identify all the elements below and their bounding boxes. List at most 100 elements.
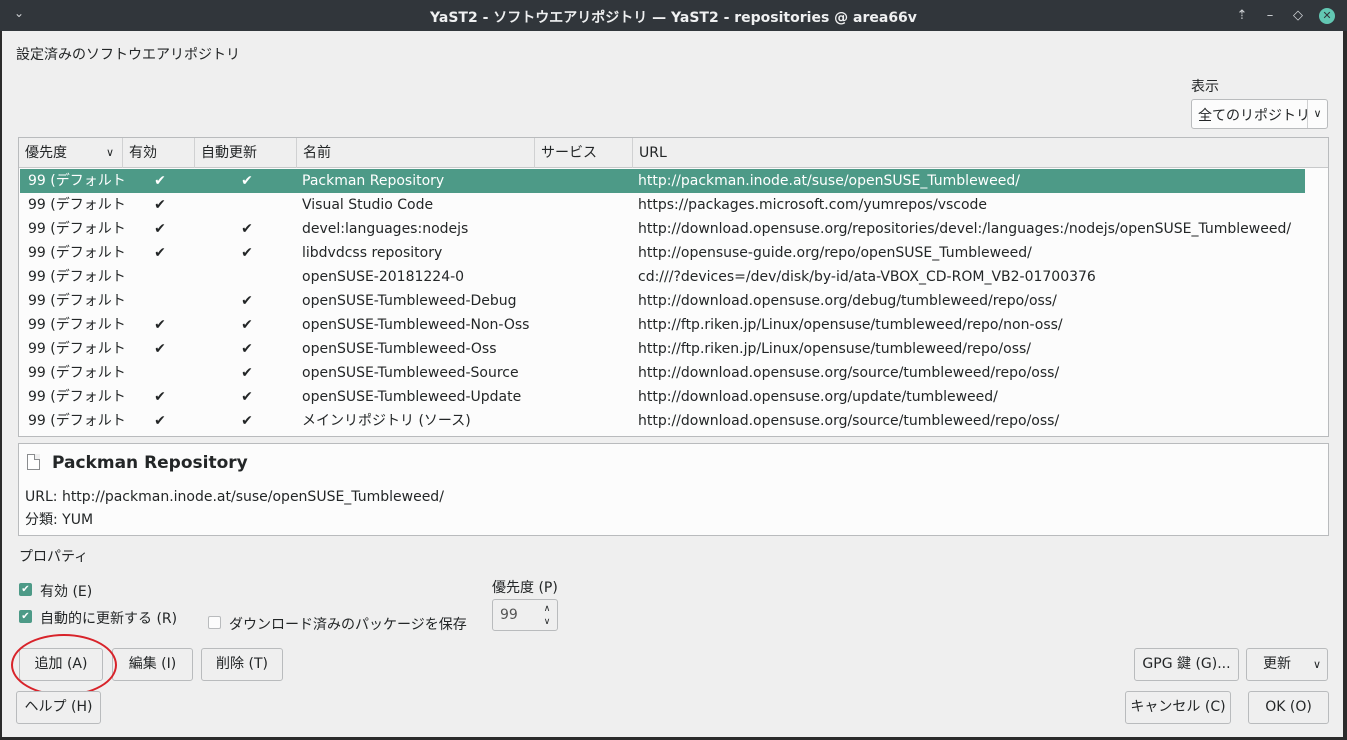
cell-enabled [124,361,196,385]
cell-autorefresh: ✔ [241,341,253,357]
refresh-menu-button[interactable]: 更新 ∨ [1246,648,1328,681]
cell-autorefresh: ✔ [241,413,253,429]
table-row[interactable]: 99 (デフォルト) ✔ openSUSE-Tumbleweed-Source htt… [20,361,1305,385]
cell-url: http://download.opensuse.org/source/tumb… [638,413,1060,429]
cell-name: openSUSE-20181224-0 [302,269,465,285]
cell-service [540,409,634,433]
cell-autorefresh [196,265,298,289]
edit-button[interactable]: 編集 (I) [112,648,193,681]
cell-enabled: ✔ [154,317,166,333]
repository-table[interactable]: 優先度 ∨ 有効 自動更新 名前 サービス URL 99 (デフォルト) ✔ ✔ Pac… [18,137,1329,437]
table-row[interactable]: 99 (デフォルト) ✔ ✔ libdvdcss repository http://o… [20,241,1305,265]
autorefresh-checkbox-label[interactable]: 自動的に更新する (R) [40,608,177,628]
cell-priority: 99 (デフォルト) [28,269,124,285]
view-select[interactable]: 全てのリポジトリ ∨ [1191,99,1328,129]
configured-repos-label: 設定済みのソフトウエアリポジトリ [16,47,240,63]
cell-name: libdvdcss repository [302,245,443,261]
column-header-name[interactable]: 名前 [297,138,535,168]
cell-priority: 99 (デフォルト) [28,341,124,357]
cell-priority: 99 (デフォルト) [28,221,124,237]
scroll-corner [1307,138,1328,168]
cell-name: devel:languages:nodejs [302,221,469,237]
delete-button[interactable]: 削除 (T) [201,648,283,681]
gpg-keys-button[interactable]: GPG 鍵 (G)... [1134,648,1239,681]
cell-service [540,361,634,385]
keep-packages-checkbox-label[interactable]: ダウンロード済みのパッケージを保存 [229,614,467,634]
table-row[interactable]: 99 (デフォルト) ✔ Visual Studio Code https://pac… [20,193,1305,217]
cell-autorefresh: ✔ [241,317,253,333]
cell-enabled: ✔ [154,221,166,237]
highlight-circle [11,634,117,696]
view-select-value: 全てのリポジトリ [1198,108,1310,124]
column-header-service[interactable]: サービス [535,138,633,168]
cell-enabled: ✔ [154,245,166,261]
title-bar: ⌄ YaST2 - ソフトウエアリポジトリ — YaST2 - reposito… [0,0,1347,31]
column-header-url[interactable]: URL [633,138,1307,168]
cell-priority: 99 (デフォルト) [28,365,124,381]
enabled-checkbox[interactable]: ✔ [19,583,32,596]
table-row[interactable]: 99 (デフォルト) ✔ ✔ openSUSE-Tumbleweed-Update ht… [20,385,1305,409]
window-title: YaST2 - ソフトウエアリポジトリ — YaST2 - repositori… [430,10,917,26]
column-header-enabled[interactable]: 有効 [123,138,195,168]
cell-name: openSUSE-Tumbleweed-Update [302,389,522,405]
minimize-icon[interactable]: – [1260,6,1280,26]
sort-descending-icon: ∨ [105,146,114,159]
chevron-up-icon[interactable]: ∧ [541,603,553,615]
cell-autorefresh: ✔ [241,389,253,405]
table-row[interactable]: 99 (デフォルト) openSUSE-20181224-0 cd:///?devi… [20,265,1305,289]
cell-url: http://opensuse-guide.org/repo/openSUSE_… [638,245,1032,261]
cancel-button[interactable]: キャンセル (C) [1125,691,1231,724]
cell-name: openSUSE-Tumbleweed-Non-Oss [302,317,530,333]
detail-type: 分類: YUM [25,512,94,528]
cell-priority: 99 (デフォルト) [28,317,124,333]
table-row[interactable]: 99 (デフォルト) ✔ ✔ openSUSE-Tumbleweed-Non-Oss h… [20,313,1305,337]
cell-url: cd:///?devices=/dev/disk/by-id/ata-VBOX_… [638,269,1096,285]
cell-autorefresh: ✔ [241,221,253,237]
restore-icon[interactable]: ◇ [1288,6,1308,26]
table-row[interactable]: 99 (デフォルト) ✔ openSUSE-Tumbleweed-Debug http… [20,289,1305,313]
cell-enabled: ✔ [154,173,166,189]
ok-button[interactable]: OK (O) [1248,691,1329,724]
keep-above-icon[interactable]: ⇡ [1232,6,1252,26]
enabled-checkbox-label[interactable]: 有効 (E) [40,581,92,601]
cell-priority: 99 (デフォルト) [28,389,124,405]
table-row[interactable]: 99 (デフォルト) ✔ ✔ openSUSE-Tumbleweed-Oss http:… [20,337,1305,361]
cell-autorefresh: ✔ [241,293,253,309]
autorefresh-checkbox[interactable]: ✔ [19,610,32,623]
table-row[interactable]: 99 (デフォルト) ✔ ✔ メインリポジトリ (ソース) http://downloa… [20,409,1305,433]
dialog-window: 設定済みのソフトウエアリポジトリ 表示 全てのリポジトリ ∨ 優先度 ∨ 有効 自… [2,31,1343,737]
table-row[interactable]: 99 (デフォルト) ✔ ✔ devel:languages:nodejs http:/… [20,217,1305,241]
cell-name: メインリポジトリ (ソース) [302,413,471,429]
table-header: 優先度 ∨ 有効 自動更新 名前 サービス URL [19,138,1307,168]
cell-service [540,313,634,337]
cell-url: http://download.opensuse.org/source/tumb… [638,365,1060,381]
cell-service [540,337,634,361]
column-header-priority[interactable]: 優先度 ∨ [19,138,123,168]
cell-autorefresh: ✔ [241,365,253,381]
cell-name: openSUSE-Tumbleweed-Oss [302,341,497,357]
document-icon [27,454,40,470]
cell-url: http://download.opensuse.org/update/tumb… [638,389,998,405]
chevron-down-icon: ∨ [1307,100,1327,128]
column-header-autorefresh[interactable]: 自動更新 [195,138,297,168]
repository-detail-panel: Packman Repository URL: http://packman.i… [18,443,1329,536]
cell-autorefresh [196,193,298,217]
view-label: 表示 [1191,79,1219,95]
cell-name: openSUSE-Tumbleweed-Debug [302,293,517,309]
cell-name: openSUSE-Tumbleweed-Source [302,365,519,381]
cell-url: http://download.opensuse.org/debug/tumbl… [638,293,1057,309]
cell-url: http://ftp.riken.jp/Linux/opensuse/tumbl… [638,341,1032,357]
keep-packages-checkbox[interactable] [208,616,221,629]
cell-autorefresh: ✔ [241,173,253,189]
cell-autorefresh: ✔ [241,245,253,261]
chevron-down-icon[interactable]: ∨ [541,616,553,628]
cell-priority: 99 (デフォルト) [28,293,124,309]
priority-label: 優先度 (P) [492,580,558,596]
priority-spinbox[interactable]: 99 ∧ ∨ [492,599,558,631]
cell-service [540,193,634,217]
help-button[interactable]: ヘルプ (H) [16,691,101,724]
close-icon[interactable]: ✕ [1319,8,1335,24]
chevron-down-icon: ∨ [1312,658,1321,671]
table-row[interactable]: 99 (デフォルト) ✔ ✔ Packman Repository http://pac… [20,169,1305,193]
cell-priority: 99 (デフォルト) [28,413,124,429]
